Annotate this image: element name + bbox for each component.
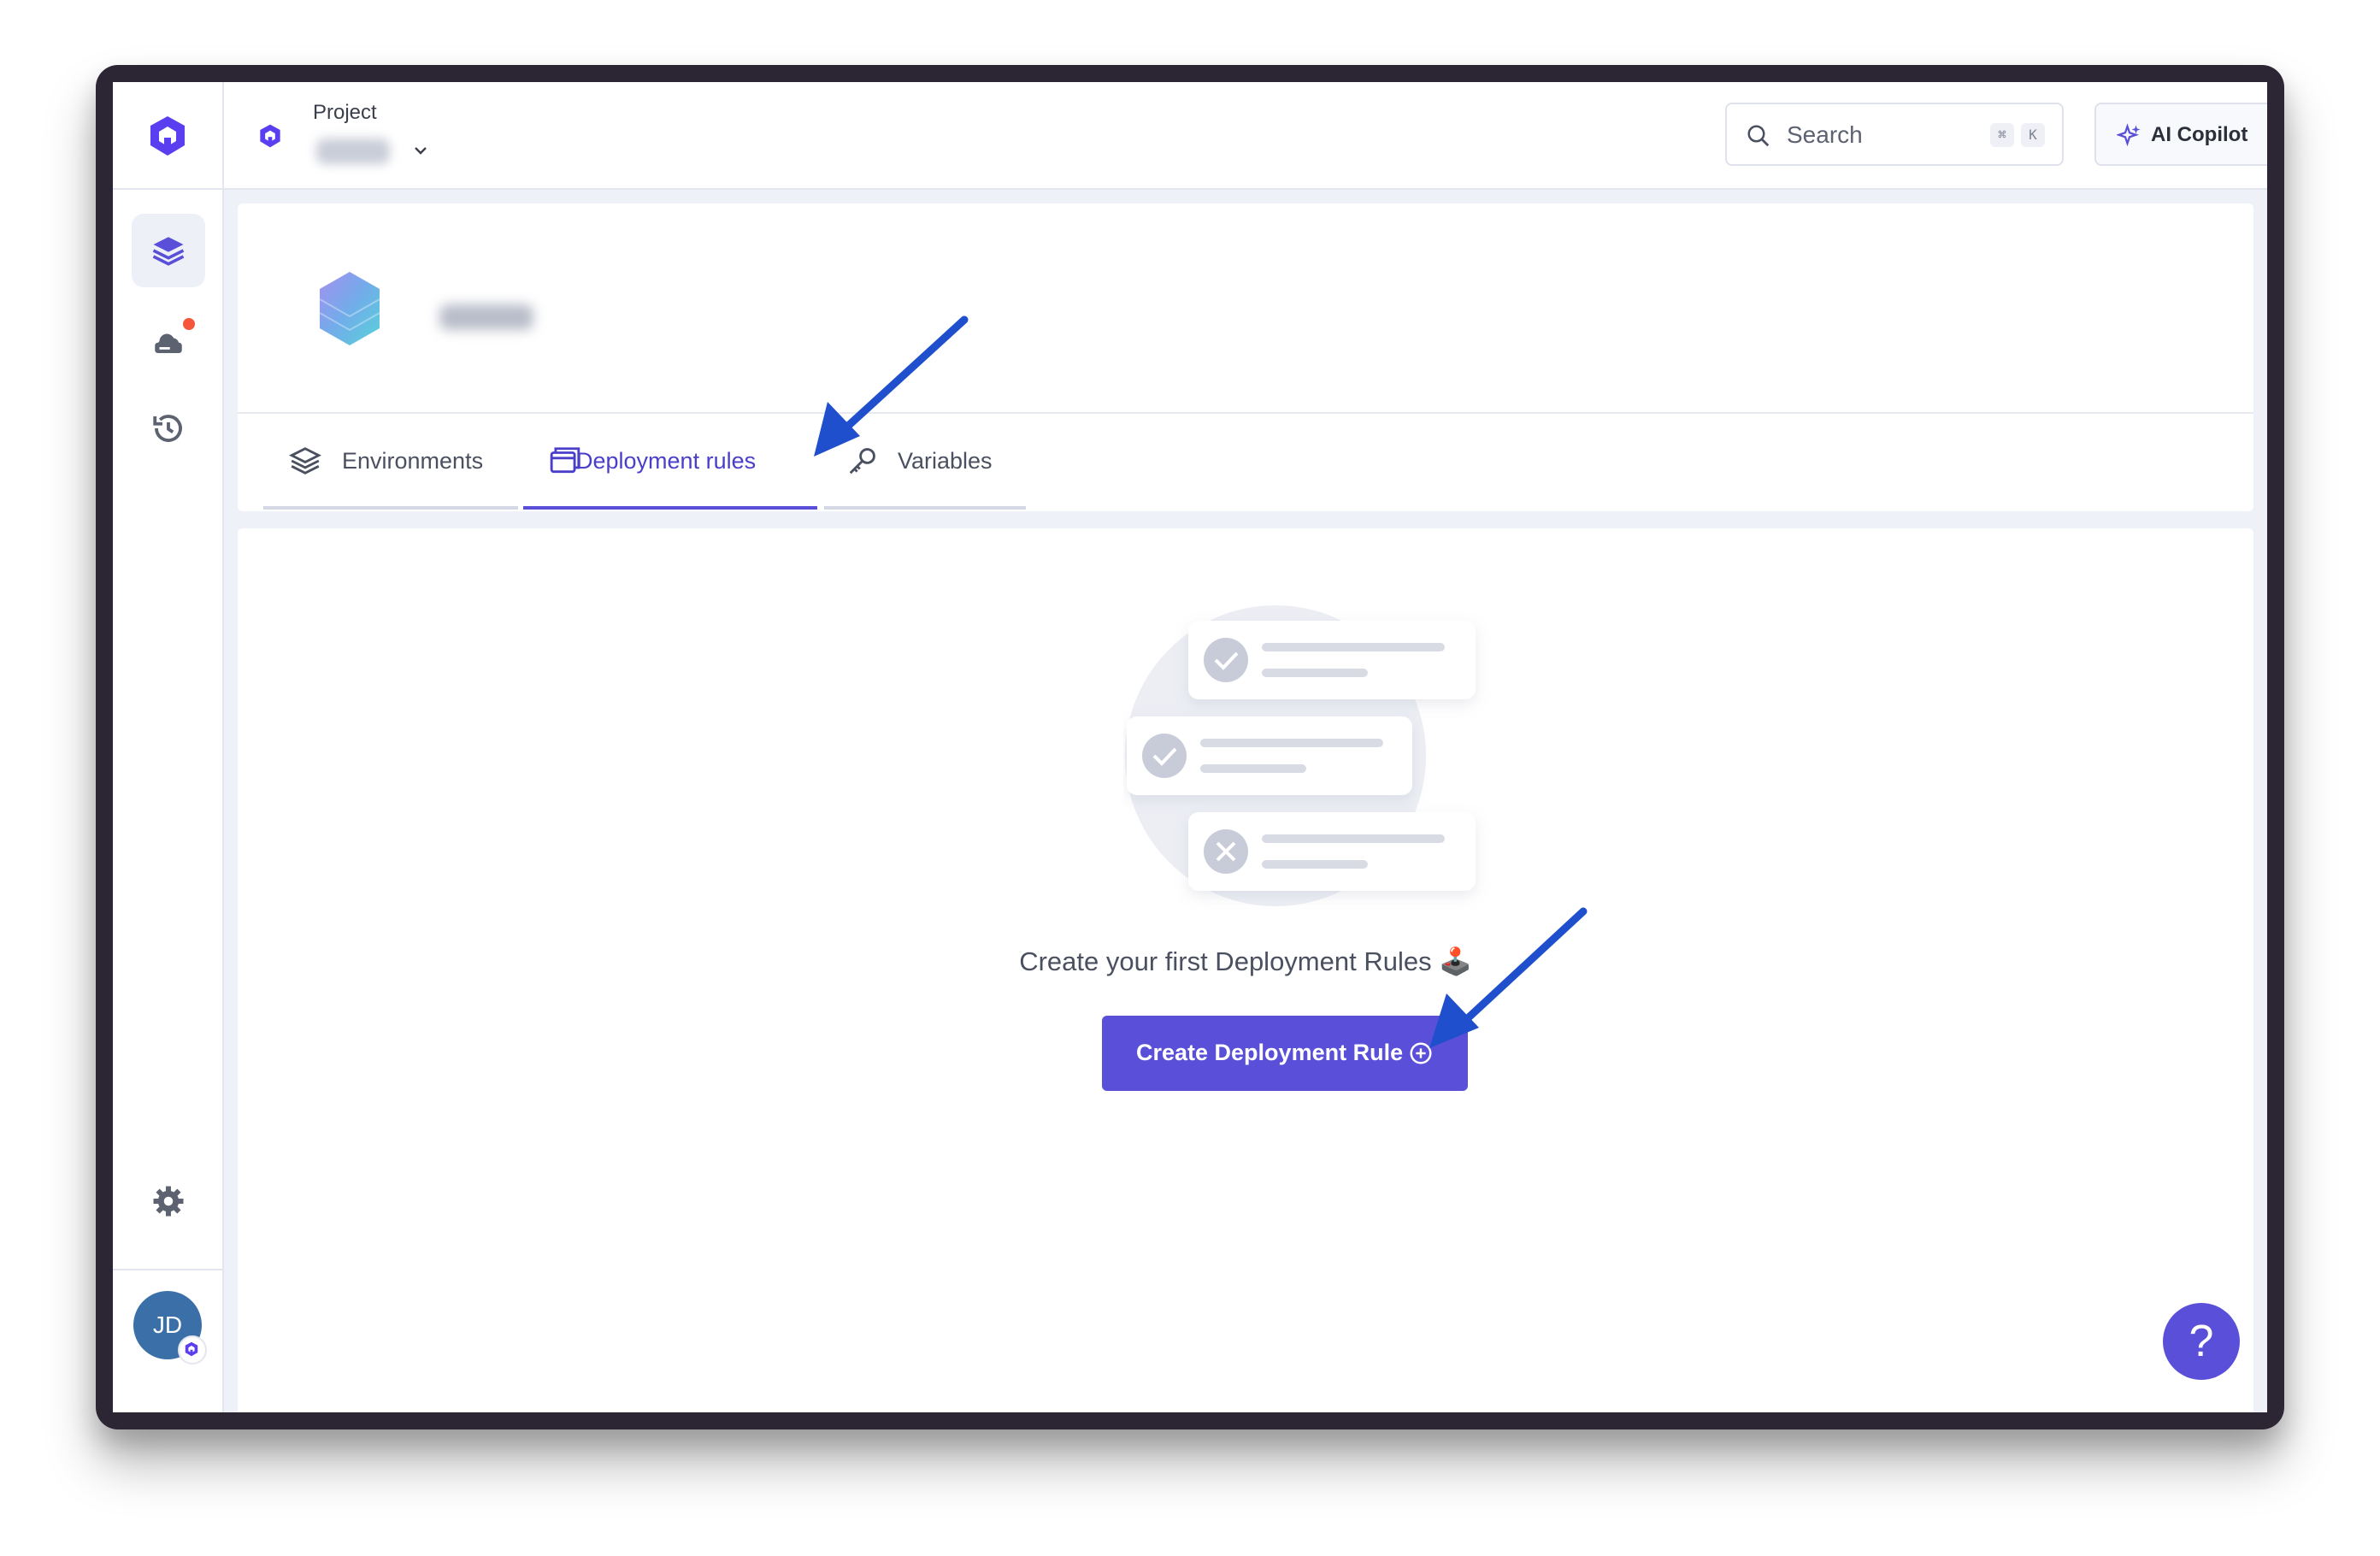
gear-icon	[153, 1186, 184, 1217]
history-icon	[153, 415, 182, 442]
tab-label: Environments	[342, 448, 484, 474]
help-button[interactable]: ?	[2163, 1303, 2240, 1380]
sidebar-item-clusters[interactable]	[132, 304, 205, 378]
notification-dot	[181, 316, 197, 332]
project-label: Project	[313, 101, 377, 124]
project-name-redacted[interactable]	[316, 139, 390, 164]
plus-circle-icon	[1410, 1042, 1432, 1064]
layers-icon	[289, 447, 321, 474]
sidebar-footer: JD	[113, 1269, 222, 1412]
empty-state-illustration	[1125, 605, 1476, 906]
shortcut-key: K	[2021, 123, 2045, 147]
shortcut-key: ⌘	[1990, 123, 2014, 147]
sidebar-item-history[interactable]	[132, 392, 205, 465]
tab-label: Deployment rules	[576, 448, 757, 474]
app-logo[interactable]	[113, 82, 222, 190]
qovery-logo-icon	[185, 1341, 198, 1357]
search-placeholder: Search	[1787, 121, 1863, 148]
app-window: JD Project Search ⌘ K AI Copilot Environ…	[113, 82, 2267, 1412]
project-header: Environments Deployment rules Variables	[238, 203, 2253, 511]
tab-label: Variables	[898, 448, 993, 474]
ai-copilot-button[interactable]: AI Copilot ⌘ i	[2094, 103, 2267, 166]
sidebar-item-environments[interactable]	[132, 214, 205, 287]
org-badge	[178, 1335, 207, 1364]
sidebar-item-settings[interactable]	[132, 1164, 205, 1238]
empty-state-message: Create your first Deployment Rules 🕹️	[1019, 946, 1472, 976]
search-icon	[1747, 125, 1770, 147]
tab-environments[interactable]: Environments	[263, 414, 518, 510]
cloud-server-icon	[155, 333, 182, 353]
deployment-rules-panel: Create your first Deployment Rules 🕹️ Cr…	[238, 528, 2253, 1412]
tab-deployment-rules[interactable]: Deployment rules	[523, 414, 817, 510]
tab-variables[interactable]: Variables	[824, 414, 1026, 510]
key-icon	[849, 448, 875, 474]
project-hexagon-logo-icon	[319, 272, 380, 345]
project-title-redacted	[439, 304, 533, 330]
topbar: Project Search ⌘ K AI Copilot ⌘ i	[224, 82, 2267, 190]
search-input[interactable]: Search ⌘ K	[1725, 103, 2064, 166]
ai-copilot-label: AI Copilot	[2151, 123, 2248, 146]
sparkles-icon	[2117, 123, 2141, 147]
sidebar: JD	[113, 82, 224, 1412]
button-label: Create Deployment Rule	[1136, 1040, 1404, 1065]
chevron-down-icon[interactable]	[410, 140, 431, 161]
create-deployment-rule-button[interactable]: Create Deployment Rule	[1102, 1016, 1468, 1091]
project-icon	[260, 124, 280, 148]
layers-icon	[152, 237, 185, 266]
qovery-logo-icon	[150, 116, 185, 156]
